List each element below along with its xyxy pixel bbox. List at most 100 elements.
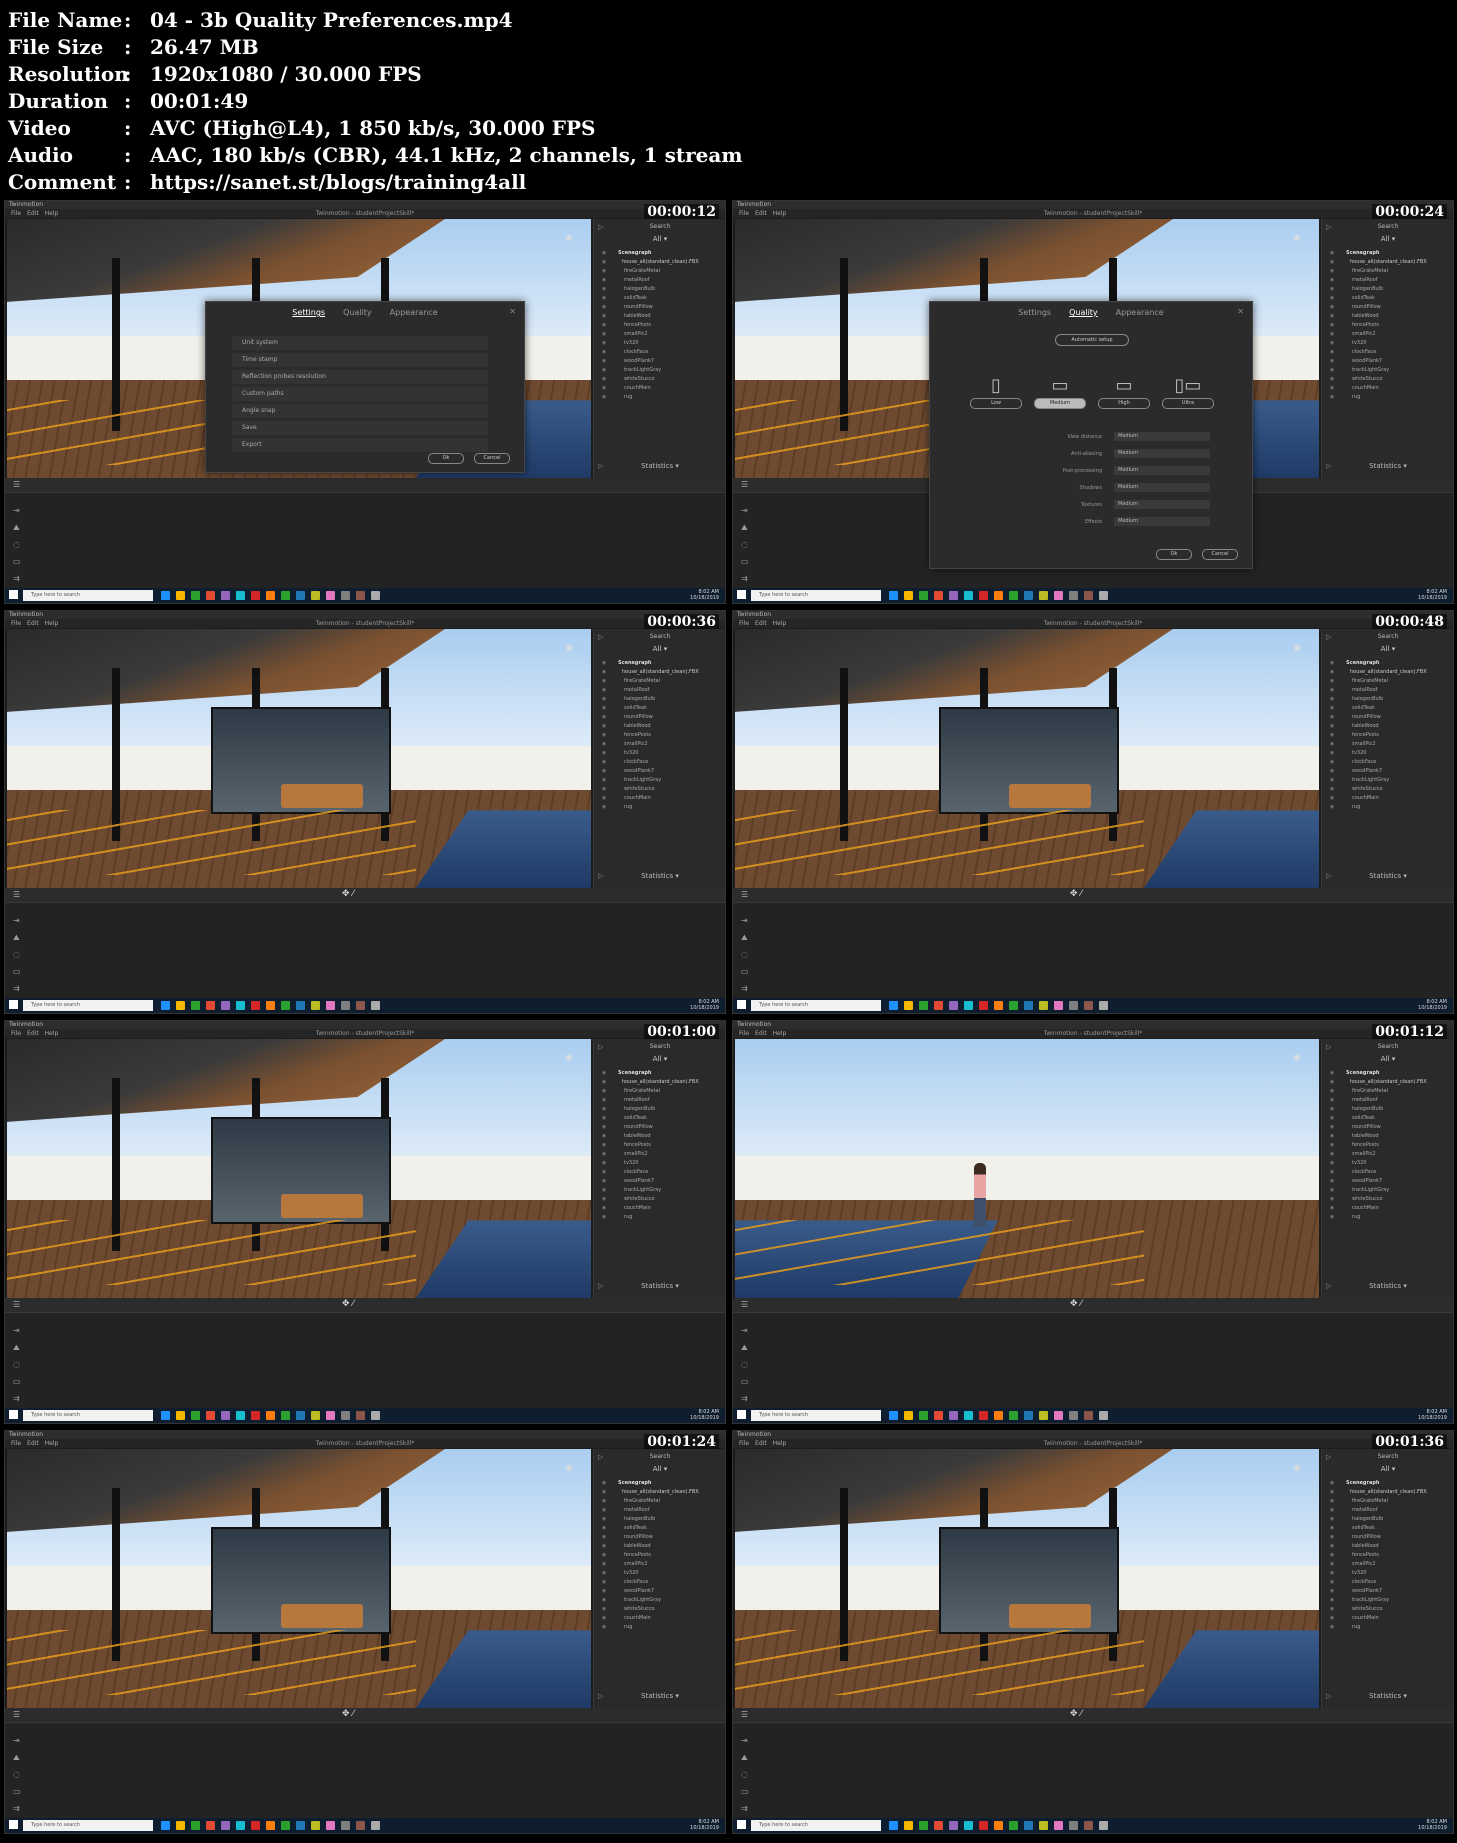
tab-appearance[interactable]: Appearance	[390, 308, 438, 317]
taskbar-app-icon[interactable]	[919, 591, 928, 600]
tree-item[interactable]: tableWood	[602, 312, 722, 321]
tree-item[interactable]: whiteStucco	[1330, 785, 1450, 794]
statistics-dropdown[interactable]: Statistics ▾	[594, 1282, 725, 1290]
taskbar-app-icon[interactable]	[994, 1001, 1003, 1010]
preset-button[interactable]: Low	[970, 398, 1022, 409]
taskbar-app-icon[interactable]	[266, 1411, 275, 1420]
close-icon[interactable]: ✕	[1237, 307, 1244, 316]
eye-tool-icon[interactable]: ◌	[741, 536, 749, 553]
taskbar-app-icon[interactable]	[341, 1821, 350, 1830]
tree-item[interactable]: tv320	[602, 1159, 722, 1168]
tree-item[interactable]: couchMain	[602, 1204, 722, 1213]
statistics-dropdown[interactable]: Statistics ▾	[1322, 872, 1453, 880]
taskbar-app-icon[interactable]	[904, 591, 913, 600]
export-icon[interactable]: ⇉	[741, 570, 749, 587]
taskbar-app-icon[interactable]	[949, 591, 958, 600]
tree-item[interactable]: trackLightGray	[1330, 1186, 1450, 1195]
eye-tool-icon[interactable]: ◌	[13, 536, 21, 553]
settings-item[interactable]: Custom paths	[232, 387, 488, 401]
viewport-3d[interactable]: ◉	[735, 1039, 1319, 1298]
taskbar-app-icon[interactable]	[176, 1411, 185, 1420]
taskbar-app-icon[interactable]	[1024, 1001, 1033, 1010]
tree-item[interactable]: roundPillow	[1330, 713, 1450, 722]
tree-item[interactable]: solidTeak	[1330, 704, 1450, 713]
taskbar-search-input[interactable]: Type here to search	[23, 590, 153, 601]
media-icon[interactable]: ▭	[13, 1783, 21, 1800]
tree-item[interactable]: woodPlank7	[1330, 1587, 1450, 1596]
taskbar-app-icon[interactable]	[964, 1411, 973, 1420]
tree-root[interactable]: Scenegraph	[602, 1479, 722, 1488]
taskbar-app-icon[interactable]	[979, 1821, 988, 1830]
statistics-dropdown[interactable]: Statistics ▾	[594, 462, 725, 470]
filter-dropdown[interactable]: All ▾	[594, 645, 725, 653]
taskbar-app-icon[interactable]	[994, 1821, 1003, 1830]
taskbar-app-icon[interactable]	[1024, 1821, 1033, 1830]
tree-root[interactable]: Scenegraph	[602, 659, 722, 668]
export-icon[interactable]: ⇉	[741, 1390, 749, 1407]
taskbar-app-icon[interactable]	[371, 591, 380, 600]
windows-start-icon[interactable]	[9, 1820, 18, 1829]
tree-root[interactable]: Scenegraph	[1330, 1069, 1450, 1078]
landscape-icon[interactable]: ⛰	[741, 519, 749, 536]
tree-house[interactable]: house_all(standard_clean).FBX	[1330, 258, 1450, 267]
tree-item[interactable]: tv320	[1330, 339, 1450, 348]
export-icon[interactable]: ⇉	[13, 1800, 21, 1817]
preset-button[interactable]: Ultra	[1162, 398, 1214, 409]
taskbar-app-icon[interactable]	[1054, 591, 1063, 600]
landscape-icon[interactable]: ⛰	[13, 519, 21, 536]
tree-item[interactable]: trackLightGray	[1330, 776, 1450, 785]
menu-icon[interactable]: ☰	[13, 1710, 20, 1719]
tree-root[interactable]: Scenegraph	[1330, 1479, 1450, 1488]
settings-item[interactable]: Reflection probes resolution	[232, 370, 488, 384]
tree-item[interactable]: halogenBulb	[1330, 285, 1450, 294]
tree-item[interactable]: metalRoof	[602, 276, 722, 285]
tree-item[interactable]: halogenBulb	[1330, 1515, 1450, 1524]
landscape-icon[interactable]: ⛰	[13, 929, 21, 946]
windows-start-icon[interactable]	[9, 1000, 18, 1009]
taskbar-app-icon[interactable]	[221, 591, 230, 600]
tree-item[interactable]: woodPlank7	[1330, 767, 1450, 776]
tree-item[interactable]: halogenBulb	[602, 695, 722, 704]
taskbar-app-icon[interactable]	[934, 1001, 943, 1010]
tree-item[interactable]: roundPillow	[1330, 1123, 1450, 1132]
taskbar-app-icon[interactable]	[191, 591, 200, 600]
windows-start-icon[interactable]	[737, 590, 746, 599]
tree-item[interactable]: whiteStucco	[602, 785, 722, 794]
expand-arrow-icon[interactable]: ▷	[1326, 1043, 1331, 1051]
taskbar-search-input[interactable]: Type here to search	[23, 1410, 153, 1421]
tree-item[interactable]: solidTeak	[1330, 294, 1450, 303]
landscape-icon[interactable]: ⛰	[741, 929, 749, 946]
move-tool-icon[interactable]: ✥ ⁄	[342, 1709, 354, 1719]
option-select[interactable]: Medium	[1114, 449, 1210, 458]
media-icon[interactable]: ▭	[741, 1373, 749, 1390]
tree-item[interactable]: tableWood	[602, 722, 722, 731]
taskbar-app-icon[interactable]	[326, 1411, 335, 1420]
taskbar-app-icon[interactable]	[161, 1821, 170, 1830]
tree-item[interactable]: rug	[1330, 1623, 1450, 1632]
taskbar-app-icon[interactable]	[1099, 1821, 1108, 1830]
tab-appearance[interactable]: Appearance	[1116, 308, 1164, 317]
viewport-3d[interactable]: ◉	[735, 629, 1319, 888]
tree-item[interactable]: tv320	[1330, 749, 1450, 758]
cancel-button[interactable]: Cancel	[474, 453, 510, 464]
taskbar-app-icon[interactable]	[176, 1821, 185, 1830]
viewport-3d[interactable]: ◉	[7, 1039, 591, 1298]
landscape-icon[interactable]: ⛰	[13, 1339, 21, 1356]
tree-item[interactable]: smallPic2	[602, 740, 722, 749]
media-icon[interactable]: ▭	[741, 1783, 749, 1800]
taskbar-app-icon[interactable]	[1009, 591, 1018, 600]
tree-item[interactable]: whiteStucco	[1330, 375, 1450, 384]
tree-item[interactable]: tv320	[602, 1569, 722, 1578]
taskbar-app-icon[interactable]	[889, 1001, 898, 1010]
expand-arrow-icon[interactable]: ▷	[598, 223, 603, 231]
tree-item[interactable]: fireGrateMetal	[602, 1497, 722, 1506]
preset-button[interactable]: Medium	[1034, 398, 1086, 409]
tree-item[interactable]: woodPlank7	[602, 1177, 722, 1186]
expand-arrow-icon[interactable]: ▷	[598, 633, 603, 641]
tree-item[interactable]: clockFace	[602, 1168, 722, 1177]
taskbar-app-icon[interactable]	[221, 1411, 230, 1420]
import-icon[interactable]: ⇥	[13, 502, 21, 519]
quality-preset[interactable]: ▯▭ Ultra	[1160, 374, 1216, 409]
media-icon[interactable]: ▭	[13, 963, 21, 980]
taskbar-app-icon[interactable]	[1084, 1411, 1093, 1420]
